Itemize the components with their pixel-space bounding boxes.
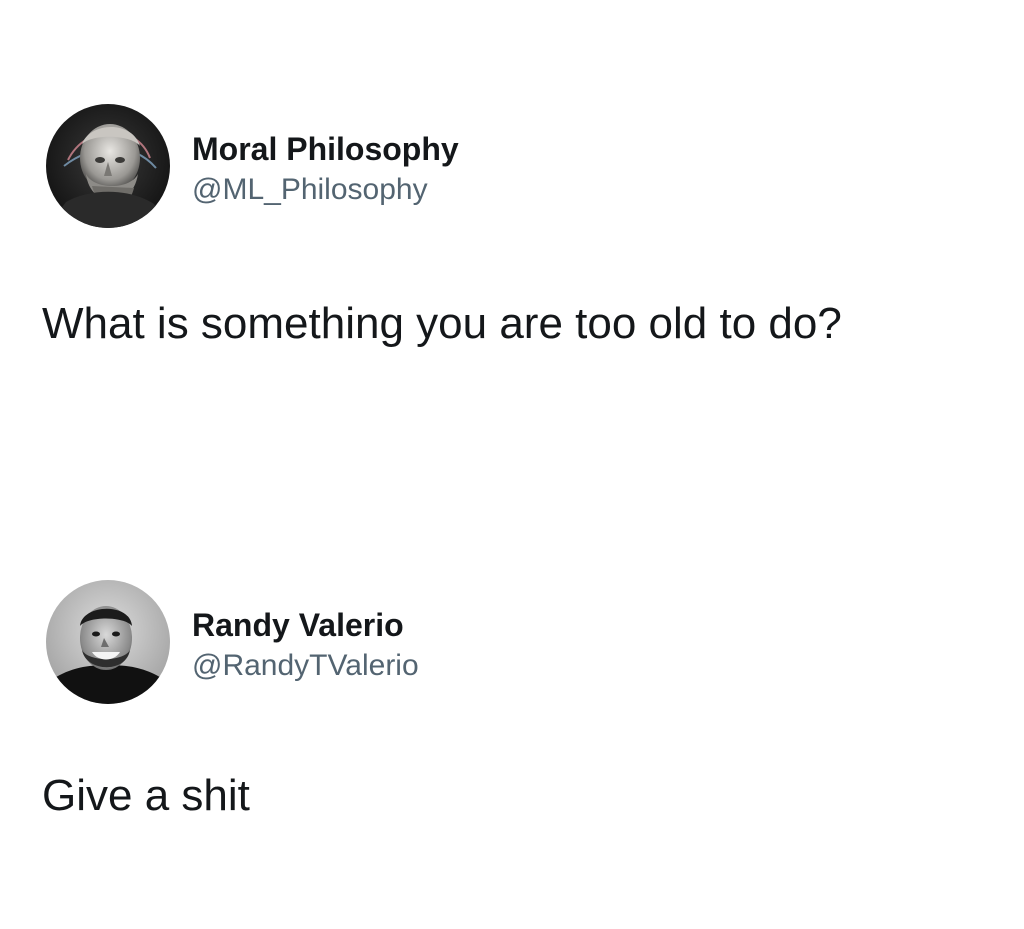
author-names: Randy Valerio @RandyTValerio [192,606,419,686]
top-band [0,0,1024,70]
handle[interactable]: @RandyTValerio [192,646,419,686]
smiling-man-avatar-icon [46,580,170,704]
display-name[interactable]: Moral Philosophy [192,130,459,168]
marble-statue-avatar-icon [46,104,170,228]
handle[interactable]: @ML_Philosophy [192,170,459,210]
tweet-text: Give a shit [42,771,250,820]
tweet-text: What is something you are too old to do? [42,299,842,348]
author-names: Moral Philosophy @ML_Philosophy [192,130,459,210]
avatar[interactable] [46,104,170,228]
display-name[interactable]: Randy Valerio [192,606,419,644]
avatar[interactable] [46,580,170,704]
